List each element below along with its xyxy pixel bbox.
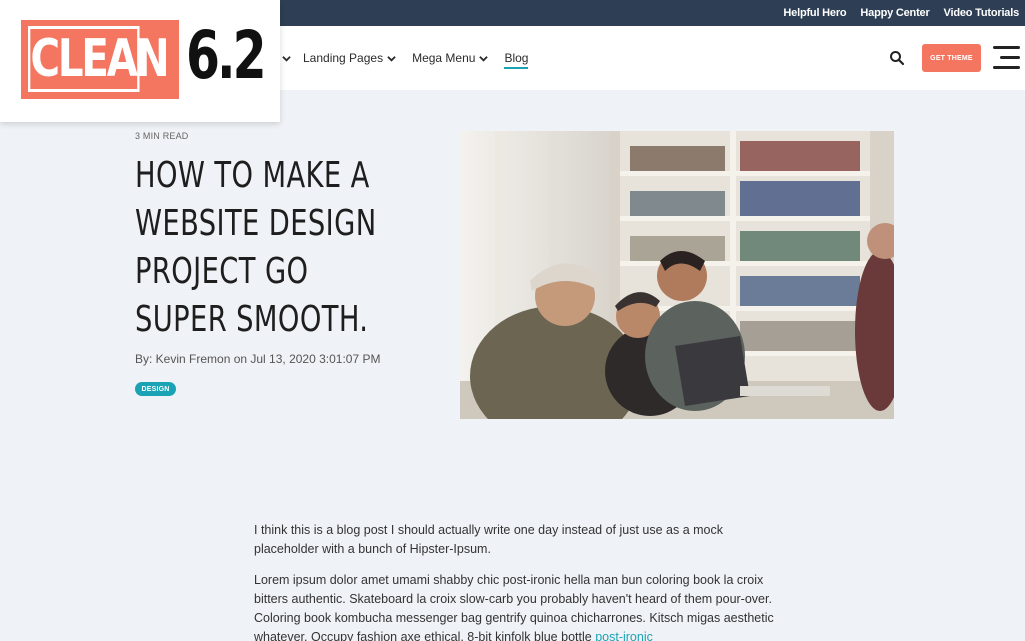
post-byline: By: Kevin Fremon on Jul 13, 2020 3:01:07…	[135, 352, 381, 366]
post-paragraph-text: Lorem ipsum dolor amet umami shabby chic…	[254, 573, 774, 641]
search-icon[interactable]	[889, 50, 905, 66]
post-title-line: WEBSITE DESIGN	[135, 203, 377, 244]
chevron-down-icon	[282, 55, 291, 62]
get-theme-button[interactable]: GET THEME	[922, 44, 981, 72]
tag-design[interactable]: DESIGN	[135, 382, 176, 396]
post-title-line: HOW TO MAKE A	[135, 155, 370, 196]
utility-links: Helpful Hero Happy Center Video Tutorial…	[783, 0, 1019, 26]
utility-link-happy-center[interactable]: Happy Center	[860, 7, 929, 19]
nav-item-mega-menu[interactable]: Mega Menu	[412, 51, 489, 65]
nav-item-blog[interactable]: Blog	[504, 47, 529, 69]
hamburger-menu-icon[interactable]	[993, 46, 1020, 70]
chevron-down-icon	[387, 55, 396, 62]
utility-link-video-tutorials[interactable]: Video Tutorials	[944, 7, 1020, 19]
nav-menu: Landing Pages Mega Menu Blog	[278, 26, 544, 90]
post-title-line: PROJECT GO	[135, 251, 309, 292]
nav-item-label: Mega Menu	[412, 51, 476, 65]
post-title: HOW TO MAKE A WEBSITE DESIGN PROJECT GO …	[135, 152, 455, 344]
post-paragraph: I think this is a blog post I should act…	[254, 523, 724, 556]
logo-card[interactable]: CLEAN 6.2	[0, 0, 280, 122]
nav-item-label: Landing Pages	[303, 51, 384, 65]
nav-item-label: Blog	[504, 51, 529, 65]
chevron-down-icon	[479, 55, 489, 62]
post-body: I think this is a blog post I should act…	[254, 521, 774, 641]
nav-item-landing-pages[interactable]: Landing Pages	[303, 51, 396, 65]
post-paragraph: Lorem ipsum dolor amet umami shabby chic…	[254, 571, 774, 641]
logo-mark: CLEAN	[21, 20, 179, 99]
read-time: 3 MIN READ	[135, 131, 189, 141]
hero-photo-illustration	[460, 131, 894, 419]
post-inline-link[interactable]: post-ironic	[595, 630, 653, 641]
utility-link-helpful-hero[interactable]: Helpful Hero	[783, 7, 846, 19]
post-title-line: SUPER SMOOTH.	[135, 299, 369, 340]
hero-image	[460, 131, 894, 419]
logo-word: CLEAN	[28, 26, 170, 92]
logo-version: 6.2	[186, 17, 267, 94]
